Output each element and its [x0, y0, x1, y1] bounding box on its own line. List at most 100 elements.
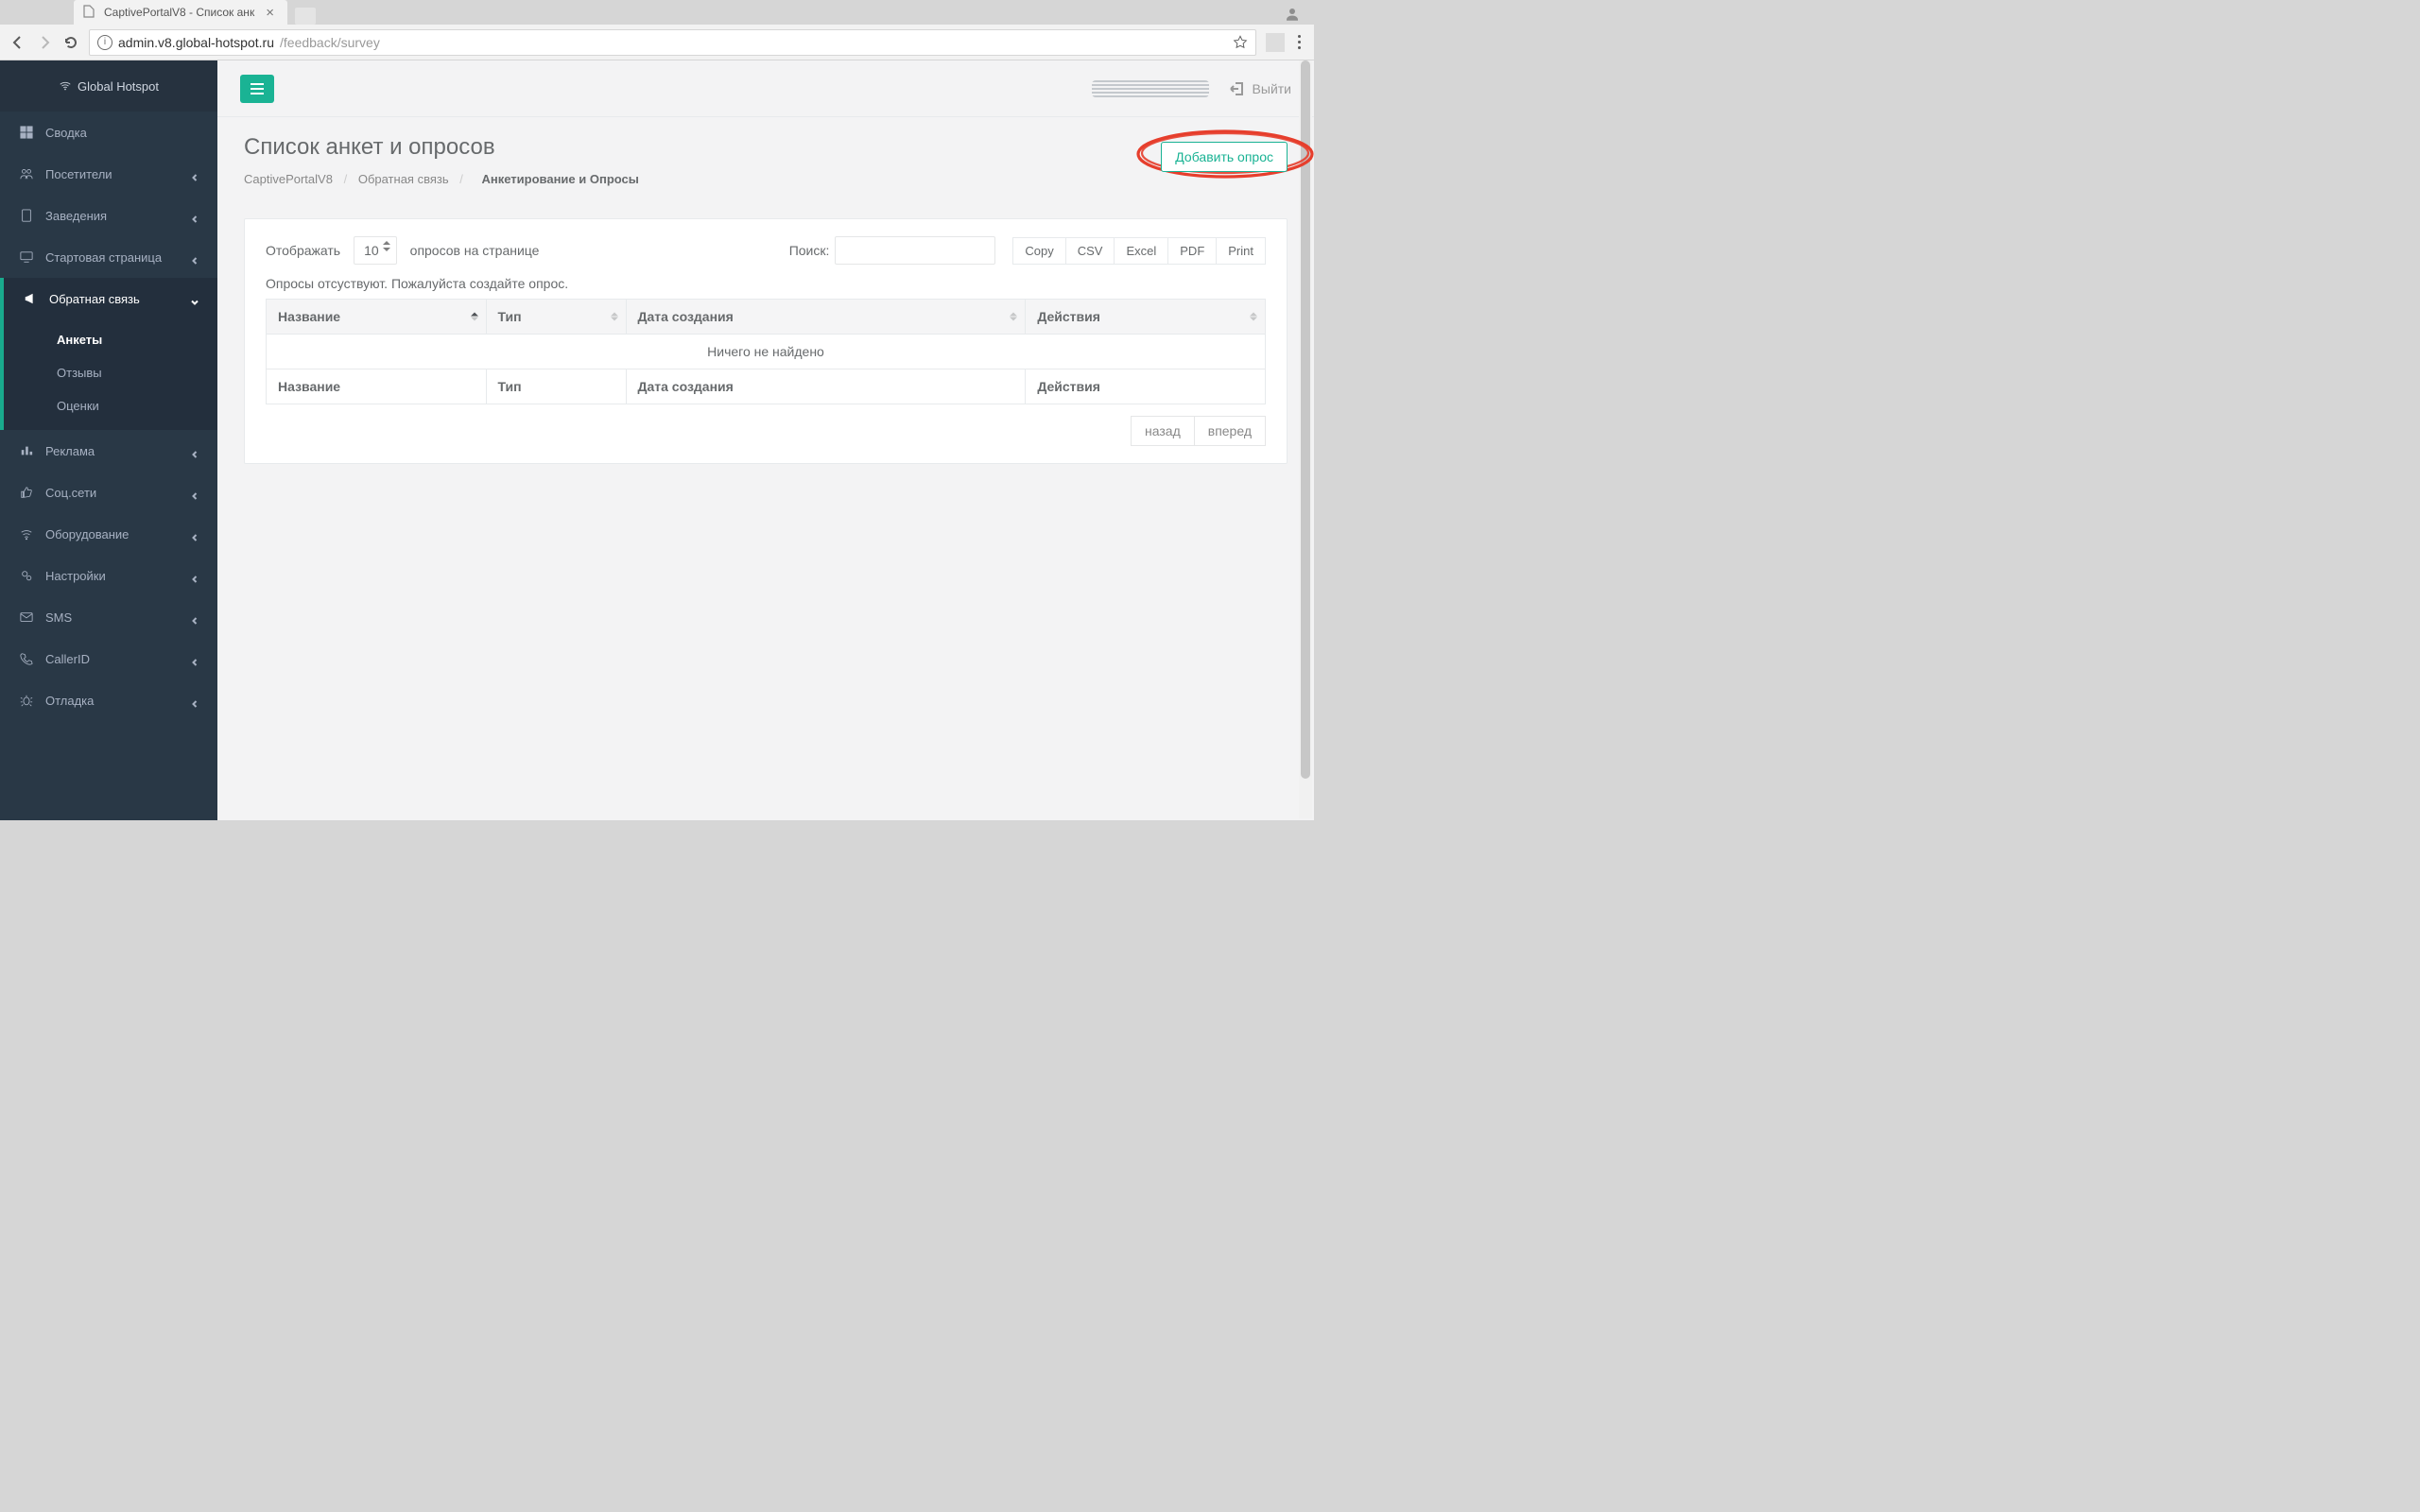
- sidebar-toggle-button[interactable]: [240, 75, 274, 103]
- logout-label: Выйти: [1253, 81, 1291, 96]
- export-pdf-button[interactable]: PDF: [1168, 237, 1217, 265]
- sidebar-item-label: Настройки: [45, 569, 180, 583]
- extension-button[interactable]: [1266, 33, 1285, 52]
- column-label: Тип: [498, 309, 522, 324]
- length-label-prefix: Отображать: [266, 243, 340, 258]
- footer-header-type: Тип: [486, 369, 626, 404]
- chevron-left-icon: [191, 447, 199, 455]
- sidebar-item-feedback[interactable]: Обратная связь Анкеты Отзывы Оценки: [0, 278, 217, 430]
- column-header-created[interactable]: Дата создания: [626, 300, 1026, 335]
- sidebar-subitem-label: Оценки: [4, 389, 217, 422]
- column-header-type[interactable]: Тип: [486, 300, 626, 335]
- sidebar-item-venues[interactable]: Заведения: [0, 195, 217, 236]
- chevron-left-icon: [191, 253, 199, 261]
- add-survey-button[interactable]: Добавить опрос: [1161, 142, 1288, 172]
- sidebar-item-label: Оборудование: [45, 527, 180, 541]
- browser-tab[interactable]: CaptivePortalV8 - Список анк ×: [74, 0, 287, 25]
- logout-link[interactable]: Выйти: [1230, 81, 1291, 96]
- sidebar-subitem-reviews[interactable]: Отзывы: [4, 356, 217, 389]
- url-path: /feedback/survey: [280, 35, 380, 50]
- sidebar-item-sms[interactable]: SMS: [0, 596, 217, 638]
- chevron-left-icon: [191, 212, 199, 219]
- sidebar-item-debug[interactable]: Отладка: [0, 679, 217, 721]
- sidebar-item-visitors[interactable]: Посетители: [0, 153, 217, 195]
- sidebar-item-equipment[interactable]: Оборудование: [0, 513, 217, 555]
- site-info-icon[interactable]: i: [97, 35, 112, 50]
- export-excel-button[interactable]: Excel: [1115, 237, 1168, 265]
- reload-button[interactable]: [62, 34, 79, 51]
- sidebar-subitem-label: Анкеты: [4, 323, 217, 356]
- sidebar-subitem-surveys[interactable]: Анкеты: [4, 323, 217, 356]
- back-button[interactable]: [9, 34, 26, 51]
- no-surveys-note: Опросы отсуствуют. Пожалуйста создайте о…: [266, 276, 1266, 291]
- search-input[interactable]: [835, 236, 995, 265]
- column-label: Название: [278, 309, 340, 324]
- breadcrumb-separator: /: [344, 172, 348, 186]
- sidebar-item-summary[interactable]: Сводка: [0, 112, 217, 153]
- sidebar-item-startpage[interactable]: Стартовая страница: [0, 236, 217, 278]
- page-length-select[interactable]: 10: [354, 236, 397, 265]
- thumbs-up-icon: [19, 485, 34, 500]
- footer-header-actions: Действия: [1026, 369, 1266, 404]
- sidebar-item-label: Посетители: [45, 167, 180, 181]
- brand-logo[interactable]: Global Hotspot: [0, 60, 217, 112]
- sidebar-item-callerid[interactable]: CallerID: [0, 638, 217, 679]
- breadcrumb-link[interactable]: CaptivePortalV8: [244, 172, 333, 186]
- dashboard-icon: [19, 125, 34, 140]
- table-pager: назад вперед: [266, 416, 1266, 446]
- wifi-icon: [19, 526, 34, 541]
- tablet-icon: [19, 208, 34, 223]
- page-icon: [83, 5, 96, 20]
- phone-icon: [19, 651, 34, 666]
- export-print-button[interactable]: Print: [1217, 237, 1266, 265]
- column-label: Дата создания: [638, 309, 734, 324]
- export-copy-button[interactable]: Copy: [1012, 237, 1065, 265]
- new-tab-button[interactable]: [295, 8, 316, 25]
- chevron-left-icon: [191, 170, 199, 178]
- breadcrumb-link[interactable]: Обратная связь: [358, 172, 449, 186]
- sidebar-item-label: Заведения: [45, 209, 180, 223]
- export-buttons: Copy CSV Excel PDF Print: [1012, 237, 1266, 265]
- column-header-name[interactable]: Название: [267, 300, 487, 335]
- envelope-icon: [19, 610, 34, 625]
- sidebar-item-settings[interactable]: Настройки: [0, 555, 217, 596]
- sidebar-item-label: Стартовая страница: [45, 250, 180, 265]
- chevron-left-icon: [191, 530, 199, 538]
- content: Выйти Список анкет и опросов CaptivePort…: [217, 60, 1314, 820]
- page-header: Список анкет и опросов CaptivePortalV8 /…: [217, 117, 1314, 207]
- sidebar-item-social[interactable]: Соц.сети: [0, 472, 217, 513]
- sidebar-item-label: Обратная связь: [49, 292, 180, 306]
- page-title: Список анкет и опросов: [244, 134, 647, 161]
- bullhorn-icon: [23, 291, 38, 306]
- sidebar-subitem-ratings[interactable]: Оценки: [4, 389, 217, 422]
- sort-icon: [471, 309, 478, 325]
- bug-icon: [19, 693, 34, 708]
- sidebar: Global Hotspot Сводка Посетители Заведен…: [0, 60, 217, 820]
- sidebar-item-ads[interactable]: Реклама: [0, 430, 217, 472]
- address-bar[interactable]: i admin.v8.global-hotspot.ru/feedback/su…: [89, 29, 1256, 56]
- sort-icon: [611, 309, 618, 325]
- search-label: Поиск:: [789, 243, 830, 258]
- pager-prev-button[interactable]: назад: [1131, 416, 1195, 446]
- sidebar-item-label: Соц.сети: [45, 486, 180, 500]
- browser-menu-button[interactable]: [1294, 35, 1305, 49]
- topbar: Выйти: [217, 60, 1314, 117]
- sort-icon: [1010, 309, 1017, 325]
- column-header-actions[interactable]: Действия: [1026, 300, 1266, 335]
- footer-header-created: Дата создания: [626, 369, 1026, 404]
- bookmark-icon[interactable]: [1233, 35, 1248, 50]
- surveys-table: Название Тип Дата создания Действия: [266, 299, 1266, 404]
- browser-tabstrip: CaptivePortalV8 - Список анк ×: [0, 0, 1314, 25]
- sort-icon: [1250, 309, 1257, 325]
- url-host: admin.v8.global-hotspot.ru: [118, 35, 274, 50]
- pager-next-button[interactable]: вперед: [1195, 416, 1266, 446]
- export-csv-button[interactable]: CSV: [1066, 237, 1115, 265]
- chrome-profile-icon[interactable]: [1284, 6, 1301, 23]
- sidebar-item-label: Отладка: [45, 694, 180, 708]
- chevron-left-icon: [191, 655, 199, 662]
- redacted-username: [1092, 80, 1209, 97]
- sidebar-submenu-feedback: Анкеты Отзывы Оценки: [4, 319, 217, 430]
- tab-close-button[interactable]: ×: [262, 6, 278, 20]
- forward-button[interactable]: [36, 34, 53, 51]
- chevron-left-icon: [191, 489, 199, 496]
